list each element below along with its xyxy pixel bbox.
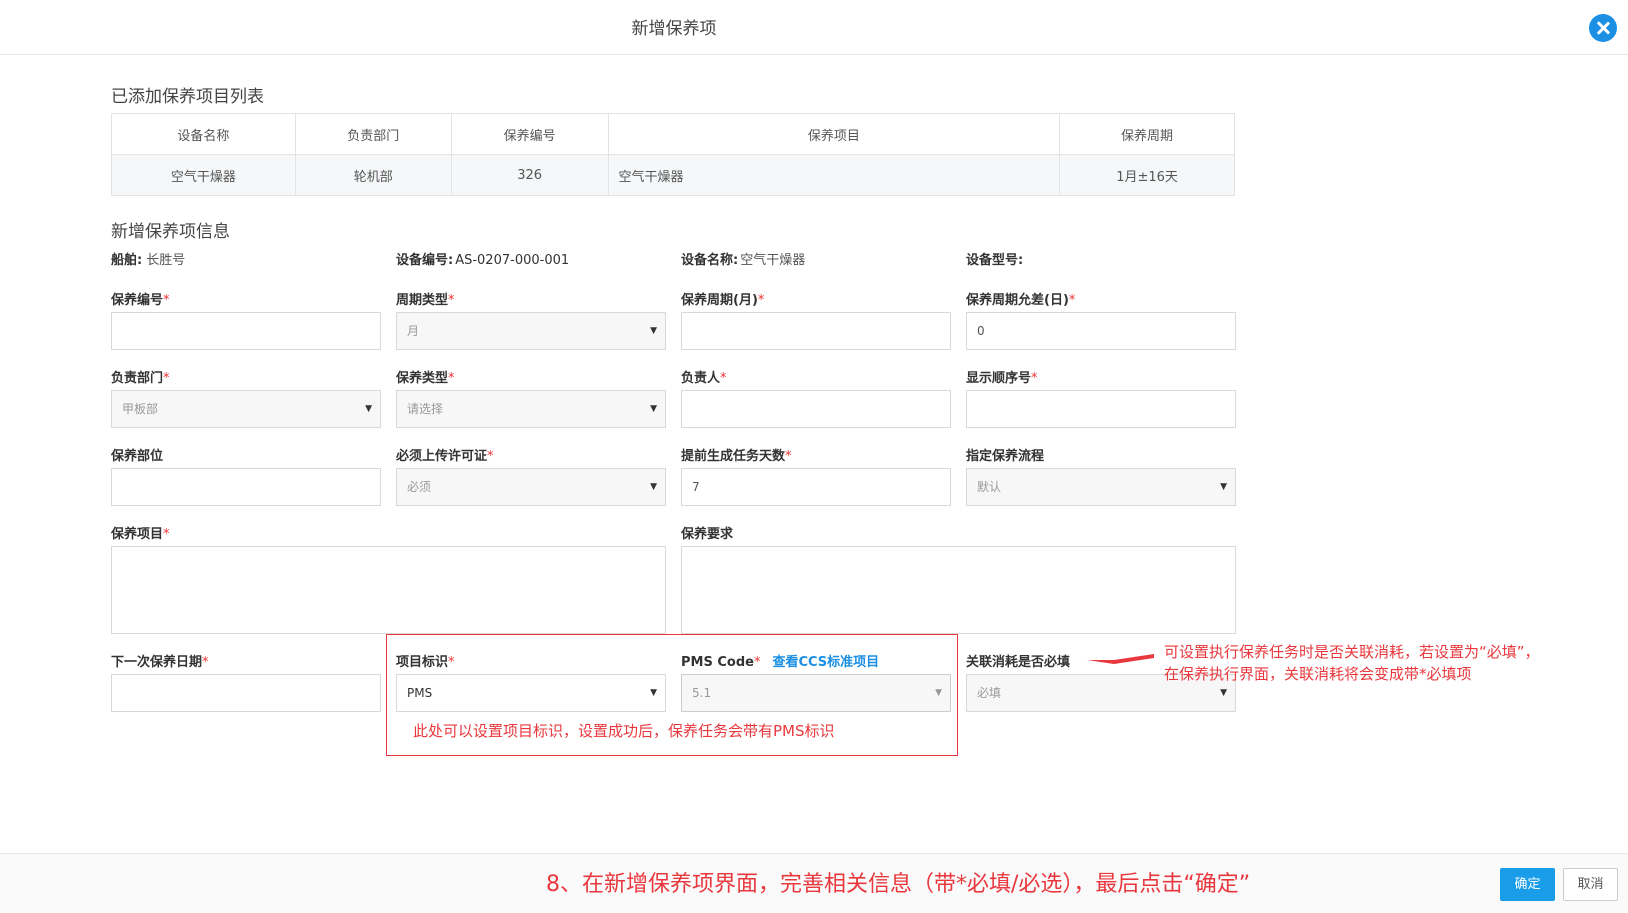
cancel-button[interactable]: 取消 — [1563, 868, 1618, 901]
step-annotation: 8、在新增保养项界面，完善相关信息（带*必填/必选），最后点击“确定” — [546, 872, 1251, 897]
confirm-button[interactable]: 确定 — [1500, 868, 1555, 901]
annotation-arrows — [1087, 654, 1478, 889]
consume-arrow — [1087, 654, 1154, 664]
